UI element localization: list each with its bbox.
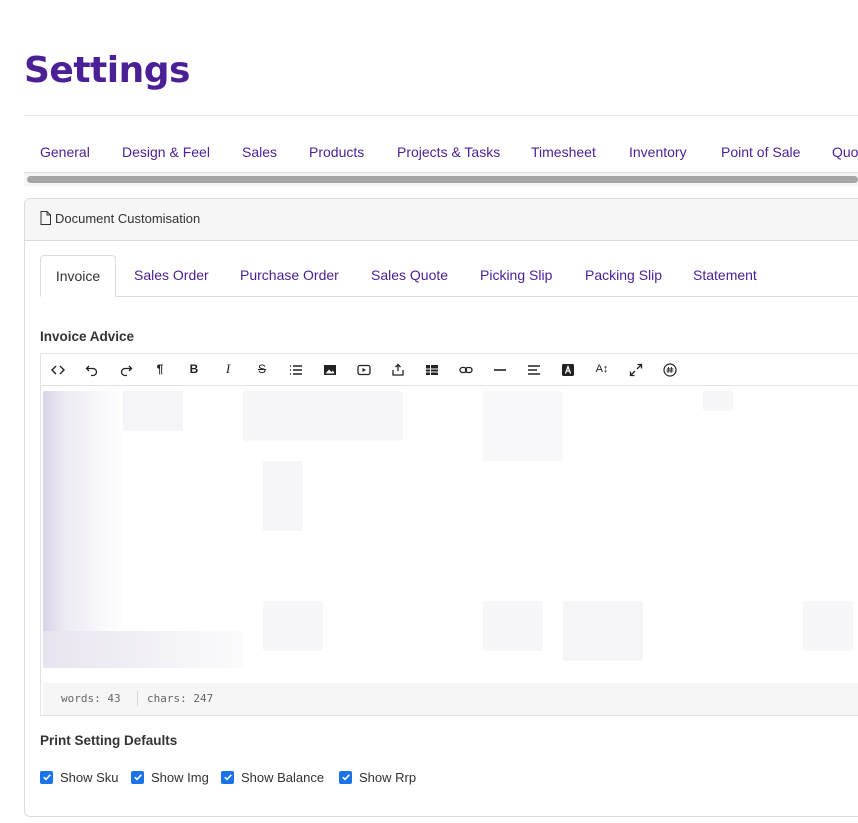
bold-icon[interactable]: B bbox=[182, 358, 206, 380]
card-header: Document Customisation bbox=[25, 199, 858, 241]
char-count: chars: 247 bbox=[147, 692, 214, 705]
show-rrp-checkbox[interactable]: Show Rrp bbox=[339, 768, 416, 786]
font-size-icon[interactable]: A↕ bbox=[590, 358, 614, 380]
tab-sales[interactable]: Sales bbox=[226, 134, 293, 170]
checkbox-checked-icon[interactable] bbox=[40, 770, 53, 784]
document-icon bbox=[40, 211, 51, 225]
settings-tab-bar: General Design & Feel Sales Products Pro… bbox=[24, 134, 858, 170]
editor-content-area[interactable] bbox=[43, 391, 858, 668]
image-icon[interactable] bbox=[318, 358, 342, 380]
redo-icon[interactable] bbox=[114, 358, 138, 380]
undo-icon[interactable] bbox=[80, 358, 104, 380]
show-img-label: Show Img bbox=[151, 769, 209, 785]
invoice-advice-editor: ¶ B I S A↕ words: 43 chars: 247 bbox=[40, 353, 858, 716]
editor-toolbar: ¶ B I S A↕ bbox=[41, 354, 858, 386]
horizontal-rule-icon[interactable] bbox=[488, 358, 512, 380]
card-title: Document Customisation bbox=[55, 211, 201, 226]
document-customisation-card: Document Customisation Invoice Sales Ord… bbox=[24, 198, 858, 817]
checkbox-checked-icon[interactable] bbox=[131, 770, 144, 784]
link-icon[interactable] bbox=[454, 358, 478, 380]
tab-purchase-order[interactable]: Purchase Order bbox=[240, 255, 339, 296]
show-sku-label: Show Sku bbox=[60, 769, 119, 785]
tab-design-feel[interactable]: Design & Feel bbox=[106, 134, 226, 170]
tab-sales-order[interactable]: Sales Order bbox=[134, 255, 209, 296]
tab-timesheet[interactable]: Timesheet bbox=[515, 134, 612, 170]
title-divider bbox=[24, 115, 858, 116]
page-title: Settings bbox=[24, 50, 190, 91]
show-rrp-label: Show Rrp bbox=[359, 769, 417, 785]
special-char-icon[interactable] bbox=[658, 358, 682, 380]
table-icon[interactable] bbox=[420, 358, 444, 380]
code-view-icon[interactable] bbox=[46, 358, 70, 380]
text-color-icon[interactable] bbox=[556, 358, 580, 380]
show-balance-label: Show Balance bbox=[241, 769, 325, 785]
align-icon[interactable] bbox=[522, 358, 546, 380]
editor-status-bar: words: 43 chars: 247 bbox=[43, 683, 858, 715]
list-icon[interactable] bbox=[284, 358, 308, 380]
tab-bar-scrollbar[interactable] bbox=[24, 172, 858, 186]
tab-picking-slip[interactable]: Picking Slip bbox=[480, 255, 552, 296]
embed-icon[interactable] bbox=[386, 358, 410, 380]
tab-point-of-sale[interactable]: Point of Sale bbox=[705, 134, 816, 170]
tab-inventory[interactable]: Inventory bbox=[613, 134, 703, 170]
show-img-checkbox[interactable]: Show Img bbox=[131, 768, 209, 786]
status-divider bbox=[137, 691, 138, 706]
fullscreen-icon[interactable] bbox=[624, 358, 648, 380]
checkbox-checked-icon[interactable] bbox=[221, 770, 234, 784]
tab-products[interactable]: Products bbox=[293, 134, 380, 170]
tab-statement[interactable]: Statement bbox=[693, 255, 757, 296]
show-sku-checkbox[interactable]: Show Sku bbox=[40, 768, 119, 786]
italic-icon[interactable]: I bbox=[216, 358, 240, 380]
tab-projects-tasks[interactable]: Projects & Tasks bbox=[381, 134, 516, 170]
tab-quotes[interactable]: Quo bbox=[816, 134, 858, 170]
strikethrough-icon[interactable]: S bbox=[250, 358, 274, 380]
word-count: words: 43 bbox=[61, 692, 121, 705]
tab-sales-quote[interactable]: Sales Quote bbox=[371, 255, 448, 296]
tab-general[interactable]: General bbox=[24, 134, 106, 170]
tab-invoice[interactable]: Invoice bbox=[40, 255, 116, 297]
show-balance-checkbox[interactable]: Show Balance bbox=[221, 768, 324, 786]
tab-packing-slip[interactable]: Packing Slip bbox=[585, 255, 662, 296]
checkbox-checked-icon[interactable] bbox=[339, 770, 352, 784]
invoice-advice-label: Invoice Advice bbox=[40, 329, 135, 344]
document-tab-bar: Invoice Sales Order Purchase Order Sales… bbox=[40, 255, 858, 297]
print-setting-defaults-label: Print Setting Defaults bbox=[40, 733, 178, 748]
paragraph-icon[interactable]: ¶ bbox=[148, 358, 172, 380]
video-icon[interactable] bbox=[352, 358, 376, 380]
scrollbar-thumb[interactable] bbox=[27, 176, 858, 183]
